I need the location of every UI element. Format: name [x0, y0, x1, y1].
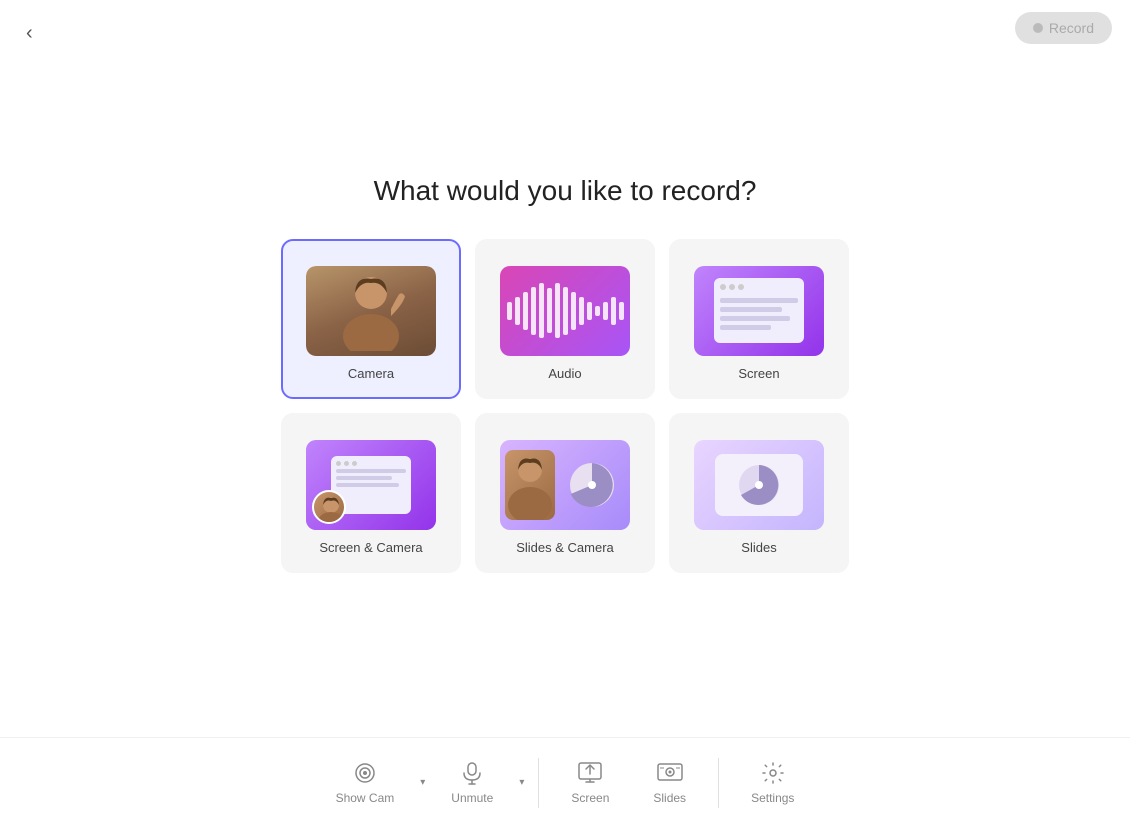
- record-dot-icon: [1033, 23, 1043, 33]
- bottom-bar: Show Cam ▾ Unmute ▾: [0, 737, 1130, 827]
- show-cam-arrow-icon: ▾: [420, 777, 425, 788]
- slides-bottom-label: Slides: [653, 791, 686, 805]
- show-cam-group: Show Cam ▾: [314, 752, 430, 813]
- show-cam-button[interactable]: Show Cam: [314, 752, 417, 813]
- screen-icon-wrap: [694, 266, 824, 356]
- unmute-group: Unmute ▾: [429, 752, 528, 813]
- audio-label: Audio: [548, 366, 581, 381]
- slides-bottom-button[interactable]: Slides: [631, 752, 708, 813]
- slides-card[interactable]: Slides: [669, 413, 849, 573]
- camera-person-svg: [336, 271, 406, 351]
- unmute-arrow-icon: ▾: [519, 777, 524, 788]
- screen-bottom-label: Screen: [571, 791, 609, 805]
- page-title: What would you like to record?: [374, 175, 757, 207]
- divider-1: [538, 758, 539, 808]
- slides-icon-wrap: [694, 440, 824, 530]
- audio-card[interactable]: Audio: [475, 239, 655, 399]
- settings-button[interactable]: Settings: [729, 752, 816, 813]
- record-button[interactable]: Record: [1015, 12, 1112, 44]
- show-cam-arrow-button[interactable]: ▾: [416, 769, 429, 796]
- camera-bg: [306, 266, 436, 356]
- screen-mockup: [714, 278, 804, 343]
- screen-camera-card[interactable]: Screen & Camera: [281, 413, 461, 573]
- unmute-arrow-button[interactable]: ▾: [515, 769, 528, 796]
- slides-cam-composite: [500, 440, 630, 530]
- screen-card[interactable]: Screen: [669, 239, 849, 399]
- back-button[interactable]: ‹: [18, 18, 41, 49]
- audio-wave: [500, 283, 630, 338]
- mic-icon: [459, 760, 485, 786]
- divider-2: [718, 758, 719, 808]
- show-cam-label: Show Cam: [336, 791, 395, 805]
- back-icon: ‹: [26, 22, 33, 44]
- unmute-button[interactable]: Unmute: [429, 752, 515, 813]
- screen-cam-composite: [306, 440, 436, 530]
- record-label: Record: [1049, 20, 1094, 36]
- bottom-group-left: Show Cam ▾ Unmute ▾: [314, 752, 529, 813]
- settings-icon: [760, 760, 786, 786]
- slides-label: Slides: [741, 540, 776, 555]
- camera-card[interactable]: Camera: [281, 239, 461, 399]
- screen-label: Screen: [738, 366, 779, 381]
- camera-icon-wrap: [306, 266, 436, 356]
- slides-camera-icon-wrap: [500, 440, 630, 530]
- screen-bottom-icon: [577, 760, 603, 786]
- screen-camera-label: Screen & Camera: [319, 540, 422, 555]
- screencam-person-svg: [314, 492, 346, 524]
- unmute-label: Unmute: [451, 791, 493, 805]
- audio-icon-wrap: [500, 266, 630, 356]
- settings-label: Settings: [751, 791, 794, 805]
- slidescam-pie-svg: [566, 459, 618, 511]
- bottom-group-right: Settings: [729, 752, 816, 813]
- screen-camera-icon-wrap: [306, 440, 436, 530]
- slidescam-person-svg: [505, 450, 555, 520]
- slides-camera-label: Slides & Camera: [516, 540, 614, 555]
- slides-composite: [694, 440, 824, 530]
- screen-bottom-button[interactable]: Screen: [549, 752, 631, 813]
- slides-bottom-icon: [657, 760, 683, 786]
- options-grid: Camera: [281, 239, 849, 573]
- camera-label: Camera: [348, 366, 394, 381]
- slides-pie-svg: [736, 462, 782, 508]
- main-content: What would you like to record? Camer: [0, 0, 1130, 727]
- slides-camera-card[interactable]: Slides & Camera: [475, 413, 655, 573]
- camera-bottom-icon: [352, 760, 378, 786]
- screen-dots: [720, 284, 798, 290]
- bottom-group-center: Screen Slides: [549, 752, 708, 813]
